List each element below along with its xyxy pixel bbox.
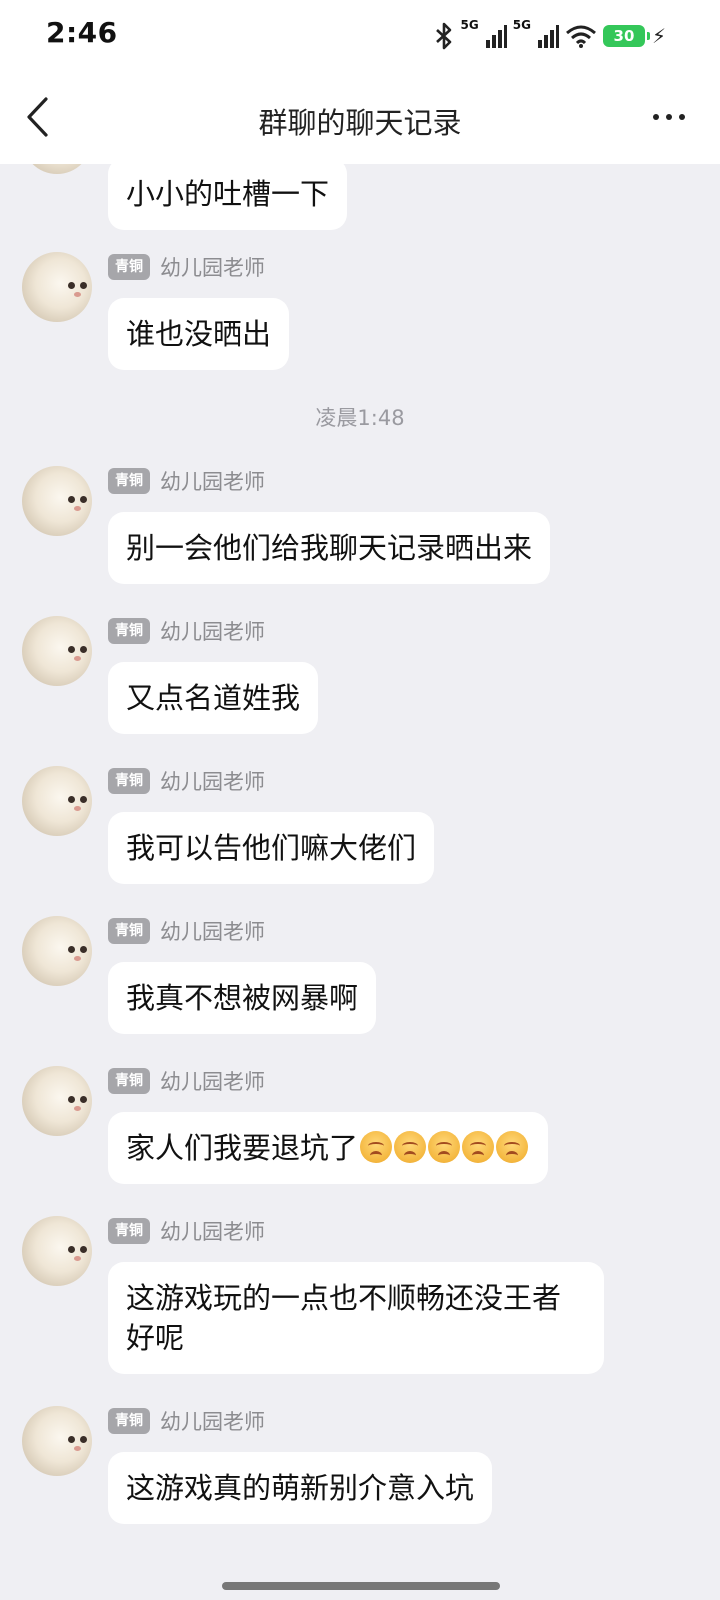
avatar[interactable] bbox=[22, 616, 92, 686]
message-meta: 青铜 幼儿园老师 bbox=[108, 466, 265, 496]
message-bubble[interactable]: 家人们我要退坑了 bbox=[108, 1112, 549, 1184]
message-meta: 青铜 幼儿园老师 bbox=[108, 1216, 265, 1246]
message-bubble[interactable]: 又点名道姓我 bbox=[108, 662, 319, 734]
message-meta: 青铜 幼儿园老师 bbox=[108, 766, 265, 796]
bluetooth-icon bbox=[435, 22, 451, 50]
battery-level: 30 bbox=[602, 25, 650, 47]
battery-indicator: 30 ⚡ bbox=[602, 24, 666, 48]
message-meta: 青铜 幼儿园老师 bbox=[108, 252, 265, 282]
avatar[interactable] bbox=[22, 1216, 92, 1286]
rank-badge: 青铜 bbox=[108, 618, 150, 644]
sender-name[interactable]: 幼儿园老师 bbox=[160, 766, 265, 796]
signal-bars-icon bbox=[485, 25, 507, 48]
message-bubble[interactable]: 我可以告他们嘛大佬们 bbox=[108, 812, 435, 884]
message-meta: 青铜 幼儿园老师 bbox=[108, 1066, 265, 1096]
message-bubble[interactable]: 这游戏真的萌新别介意入坑 bbox=[108, 1452, 493, 1524]
rank-badge: 青铜 bbox=[108, 918, 150, 944]
rank-badge: 青铜 bbox=[108, 1218, 150, 1244]
rank-badge: 青铜 bbox=[108, 468, 150, 494]
avatar[interactable] bbox=[22, 1406, 92, 1476]
message-text: 家人们我要退坑了 bbox=[126, 1131, 359, 1165]
status-icons: 5G 5G 30 ⚡ bbox=[433, 18, 666, 52]
avatar[interactable] bbox=[22, 916, 92, 986]
avatar[interactable] bbox=[22, 252, 92, 322]
sad-face-emoji-icon bbox=[360, 1131, 393, 1163]
sad-face-emoji-icon bbox=[394, 1131, 427, 1163]
avatar[interactable] bbox=[22, 164, 92, 174]
rank-badge: 青铜 bbox=[108, 768, 150, 794]
message-bubble[interactable]: 小小的吐槽一下 bbox=[108, 164, 348, 230]
more-button[interactable] bbox=[644, 92, 694, 142]
sender-name[interactable]: 幼儿园老师 bbox=[160, 916, 265, 946]
status-time: 2:46 bbox=[46, 16, 118, 49]
chat-history[interactable]: 小小的吐槽一下 青铜 幼儿园老师 谁也没晒出 凌晨1:48 青铜 幼儿园老师 别… bbox=[0, 164, 720, 1600]
message-bubble[interactable]: 我真不想被网暴啊 bbox=[108, 962, 377, 1034]
message-bubble[interactable]: 谁也没晒出 bbox=[108, 298, 290, 370]
signal-bars-icon bbox=[537, 25, 559, 48]
sad-face-emoji-icon bbox=[462, 1131, 495, 1163]
avatar[interactable] bbox=[22, 766, 92, 836]
sad-face-emoji-icon bbox=[496, 1131, 529, 1163]
sender-name[interactable]: 幼儿园老师 bbox=[160, 1066, 265, 1096]
rank-badge: 青铜 bbox=[108, 1068, 150, 1094]
message-meta: 青铜 幼儿园老师 bbox=[108, 916, 265, 946]
message-bubble[interactable]: 这游戏玩的一点也不顺畅还没王者好呢 bbox=[108, 1262, 604, 1374]
nav-bar: 群聊的聊天记录 bbox=[0, 72, 720, 164]
wifi-icon bbox=[565, 25, 596, 48]
sender-name[interactable]: 幼儿园老师 bbox=[160, 1406, 265, 1436]
message-meta: 青铜 幼儿园老师 bbox=[108, 616, 265, 646]
sender-name[interactable]: 幼儿园老师 bbox=[160, 1216, 265, 1246]
status-bar: 2:46 5G 5G 30 ⚡ bbox=[0, 0, 720, 72]
avatar[interactable] bbox=[22, 1066, 92, 1136]
lightning-icon: ⚡ bbox=[651, 24, 666, 48]
network-label-1: 5G bbox=[460, 18, 479, 32]
home-indicator[interactable] bbox=[222, 1582, 500, 1590]
network-label-2: 5G bbox=[512, 18, 531, 32]
page-title: 群聊的聊天记录 bbox=[258, 106, 462, 140]
sender-name[interactable]: 幼儿园老师 bbox=[160, 616, 265, 646]
avatar[interactable] bbox=[22, 466, 92, 536]
rank-badge: 青铜 bbox=[108, 254, 150, 280]
sender-name[interactable]: 幼儿园老师 bbox=[160, 252, 265, 282]
sender-name[interactable]: 幼儿园老师 bbox=[160, 466, 265, 496]
timestamp: 凌晨1:48 bbox=[315, 406, 405, 430]
message-meta: 青铜 幼儿园老师 bbox=[108, 1406, 265, 1436]
rank-badge: 青铜 bbox=[108, 1408, 150, 1434]
emoji-group bbox=[360, 1131, 530, 1165]
message-bubble[interactable]: 别一会他们给我聊天记录晒出来 bbox=[108, 512, 551, 584]
sad-face-emoji-icon bbox=[428, 1131, 461, 1163]
more-dots-icon bbox=[653, 114, 659, 120]
